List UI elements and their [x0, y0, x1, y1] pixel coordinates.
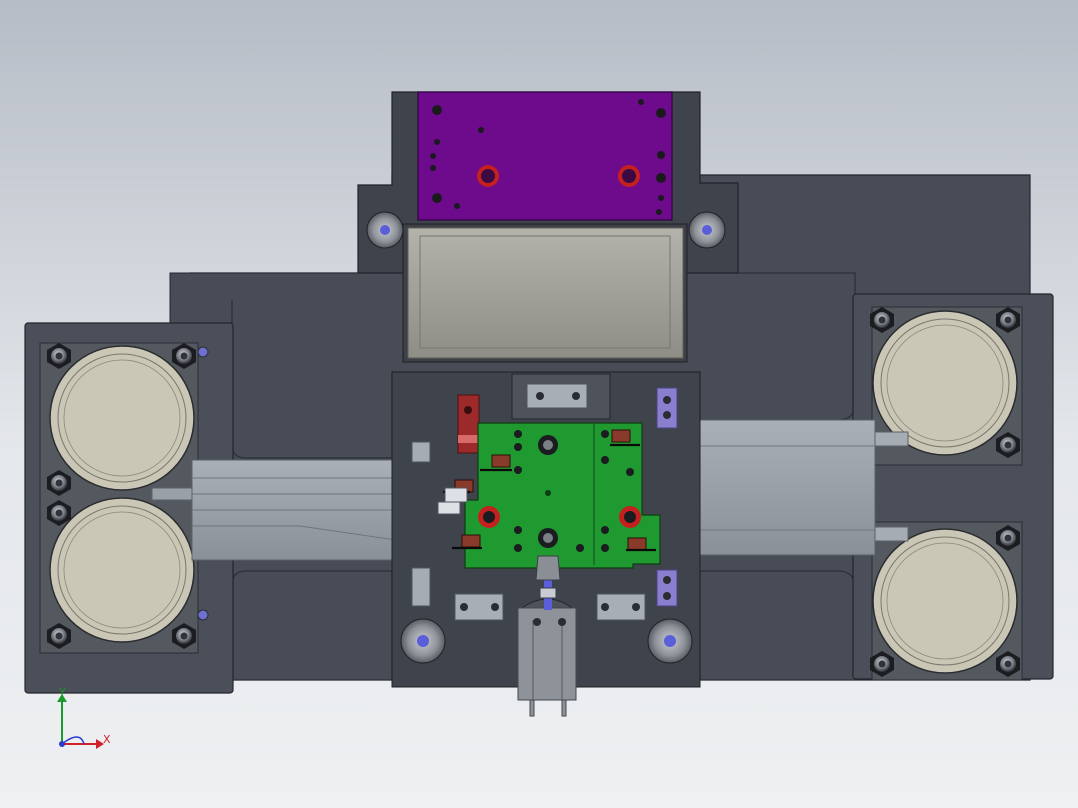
red-locator-arm[interactable] — [457, 394, 480, 454]
right-bottom-cylinder[interactable] — [872, 528, 1018, 674]
fixture-assembly-model[interactable] — [0, 0, 1078, 808]
purple-top-plate[interactable] — [417, 91, 673, 221]
left-top-cylinder[interactable] — [49, 345, 195, 491]
graphics-viewport[interactable]: X Y — [0, 0, 1078, 808]
triad-y-label: Y — [59, 686, 66, 699]
hopper-tray[interactable] — [402, 223, 688, 363]
triad-x-label: X — [103, 733, 111, 746]
left-bottom-cylinder[interactable] — [49, 497, 195, 643]
coordinate-triad — [57, 694, 104, 749]
